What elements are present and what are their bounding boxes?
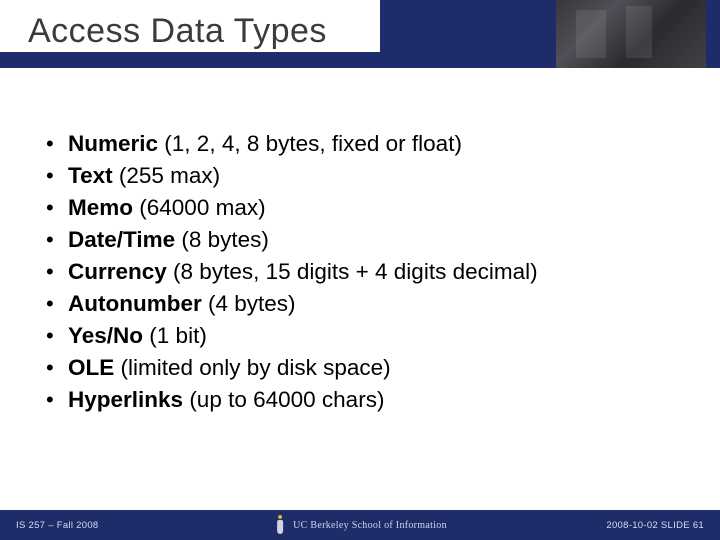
term: Date/Time — [68, 227, 175, 252]
desc: (limited only by disk space) — [114, 355, 390, 380]
list-item: Date/Time (8 bytes) — [46, 224, 690, 256]
desc: (1, 2, 4, 8 bytes, fixed or float) — [158, 131, 462, 156]
term: Text — [68, 163, 113, 188]
list-item: Numeric (1, 2, 4, 8 bytes, fixed or floa… — [46, 128, 690, 160]
list-item: Text (255 max) — [46, 160, 690, 192]
term: Hyperlinks — [68, 387, 183, 412]
term: Currency — [68, 259, 167, 284]
list-item: Yes/No (1 bit) — [46, 320, 690, 352]
footer-bar: IS 257 – Fall 2008 UC Berkeley School of… — [0, 510, 720, 540]
bullet-list: Numeric (1, 2, 4, 8 bytes, fixed or floa… — [46, 128, 690, 415]
term: Autonumber — [68, 291, 202, 316]
desc: (8 bytes) — [175, 227, 269, 252]
list-item: Autonumber (4 bytes) — [46, 288, 690, 320]
desc: (64000 max) — [133, 195, 266, 220]
title-photo — [556, 0, 706, 68]
content-area: Numeric (1, 2, 4, 8 bytes, fixed or floa… — [46, 128, 690, 415]
footer-center: UC Berkeley School of Information — [273, 515, 447, 535]
footer-left: IS 257 – Fall 2008 — [16, 520, 99, 531]
list-item: Hyperlinks (up to 64000 chars) — [46, 384, 690, 416]
list-item: Memo (64000 max) — [46, 192, 690, 224]
desc: (up to 64000 chars) — [183, 387, 384, 412]
term: Memo — [68, 195, 133, 220]
desc: (4 bytes) — [202, 291, 296, 316]
list-item: Currency (8 bytes, 15 digits + 4 digits … — [46, 256, 690, 288]
ischool-icon — [273, 515, 287, 535]
term: Numeric — [68, 131, 158, 156]
footer-right: 2008-10-02 SLIDE 61 — [606, 520, 704, 531]
slide-title: Access Data Types — [28, 14, 333, 52]
footer-center-text: UC Berkeley School of Information — [293, 520, 447, 531]
slide: Access Data Types Numeric (1, 2, 4, 8 by… — [0, 0, 720, 540]
desc: (255 max) — [113, 163, 221, 188]
term: Yes/No — [68, 323, 143, 348]
term: OLE — [68, 355, 114, 380]
desc: (1 bit) — [143, 323, 207, 348]
desc: (8 bytes, 15 digits + 4 digits decimal) — [167, 259, 538, 284]
list-item: OLE (limited only by disk space) — [46, 352, 690, 384]
